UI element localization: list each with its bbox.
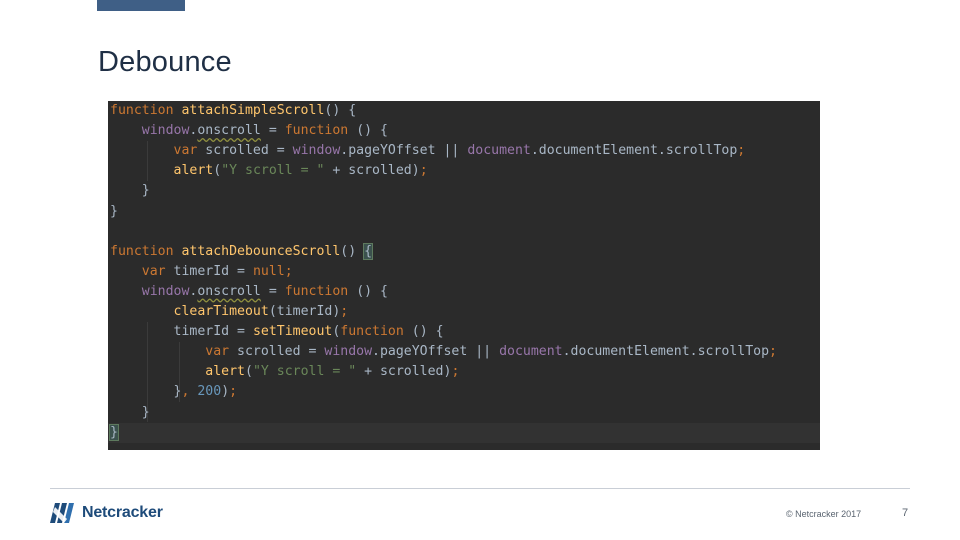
code-token: setTimeout	[252, 324, 333, 340]
code-line: window.onscroll = function () {	[108, 282, 820, 302]
footer-divider	[50, 488, 910, 489]
code-screenshot: function attachSimpleScroll() { window.o…	[108, 101, 820, 450]
code-token: (	[244, 364, 253, 380]
code-token: ;	[451, 364, 460, 380]
code-line: }	[108, 202, 820, 222]
code-token: ()	[340, 243, 365, 259]
code-line: }, 200);	[108, 382, 820, 402]
code-token: + scrolled)	[356, 364, 452, 380]
code-token: () {	[348, 283, 388, 299]
code-token: "Y scroll = "	[252, 364, 357, 380]
code-token: .pageYOffset ||	[372, 344, 500, 360]
code-token: }	[110, 404, 150, 420]
code-line: function attachDebounceScroll() {	[108, 242, 820, 262]
code-line: }	[108, 403, 820, 423]
code-token: }	[110, 384, 182, 400]
code-token: =	[260, 283, 285, 299]
code-token: onscroll	[197, 123, 261, 139]
top-accent-bar	[97, 0, 185, 11]
code-token: (timerId)	[268, 304, 341, 319]
code-token: attachDebounceScroll	[181, 243, 341, 259]
code-token: var	[173, 143, 206, 159]
code-token: var	[205, 344, 238, 360]
code-token: "Y scroll = "	[221, 163, 325, 179]
code-token: function	[284, 283, 349, 299]
code-line: alert("Y scroll = " + scrolled);	[108, 161, 820, 181]
code-token: () {	[324, 103, 357, 118]
code-token: window	[141, 123, 190, 139]
code-token: }	[109, 423, 119, 441]
code-token: }	[110, 203, 118, 219]
copyright-notice: © Netcracker 2017	[786, 509, 862, 519]
code-token: ;	[340, 304, 349, 319]
code-token: window	[324, 344, 373, 360]
netcracker-logo: Netcracker	[50, 502, 163, 524]
code-token: ;	[229, 384, 238, 400]
netcracker-logo-icon	[50, 503, 74, 523]
code-token: ;	[419, 163, 428, 179]
code-token: document	[467, 143, 531, 159]
code-token: ;	[769, 344, 777, 360]
code-token: window	[141, 283, 190, 299]
slide-title: Debounce	[98, 46, 232, 78]
code-token: 200	[197, 384, 222, 400]
code-token: var	[141, 263, 174, 279]
code-token: attachSimpleScroll	[181, 103, 325, 118]
code-token: scrolled =	[205, 143, 293, 159]
code-line: var timerId = null;	[108, 262, 820, 282]
code-token: function	[340, 324, 404, 340]
code-token: ;	[737, 143, 746, 159]
code-token: alert	[205, 364, 245, 380]
code-token: ;	[284, 263, 293, 279]
logo-text: Netcracker	[82, 504, 163, 521]
code-token: .documentElement.scrollTop	[562, 344, 770, 360]
code-token: alert	[173, 163, 214, 179]
code-token: document	[499, 344, 563, 360]
code-token: window	[292, 143, 341, 159]
code-token: clearTimeout	[173, 304, 269, 319]
code-token: {	[363, 242, 374, 260]
code-token: scrolled =	[237, 344, 325, 360]
code-token: onscroll	[197, 283, 261, 299]
code-token: ,	[181, 384, 198, 400]
code-line: alert("Y scroll = " + scrolled);	[108, 362, 820, 382]
code-line: }	[108, 422, 820, 443]
code-token: function	[110, 103, 182, 118]
code-token: + scrolled)	[324, 163, 420, 179]
code-line: function attachSimpleScroll() {	[108, 101, 820, 121]
code-token: .documentElement.scrollTop	[530, 143, 738, 159]
code-line: var scrolled = window.pageYOffset || doc…	[108, 141, 820, 161]
code-line: timerId = setTimeout(function () {	[108, 322, 820, 342]
page-number: 7	[902, 507, 909, 519]
code-token: (	[213, 163, 222, 179]
code-token: function	[284, 123, 349, 139]
code-line: window.onscroll = function () {	[108, 121, 820, 141]
code-line: clearTimeout(timerId);	[108, 302, 820, 322]
code-token: null	[252, 263, 285, 279]
code-token: function	[110, 243, 182, 259]
code-token: =	[260, 123, 285, 139]
code-token: () {	[403, 324, 444, 340]
code-token: .pageYOffset ||	[340, 143, 468, 159]
code-line: var scrolled = window.pageYOffset || doc…	[108, 342, 820, 362]
code-token: timerId =	[173, 324, 253, 340]
code-token: timerId =	[173, 263, 253, 279]
code-token: )	[221, 384, 230, 400]
code-line: }	[108, 181, 820, 201]
code-token: }	[110, 183, 150, 199]
code-token: () {	[348, 123, 388, 139]
